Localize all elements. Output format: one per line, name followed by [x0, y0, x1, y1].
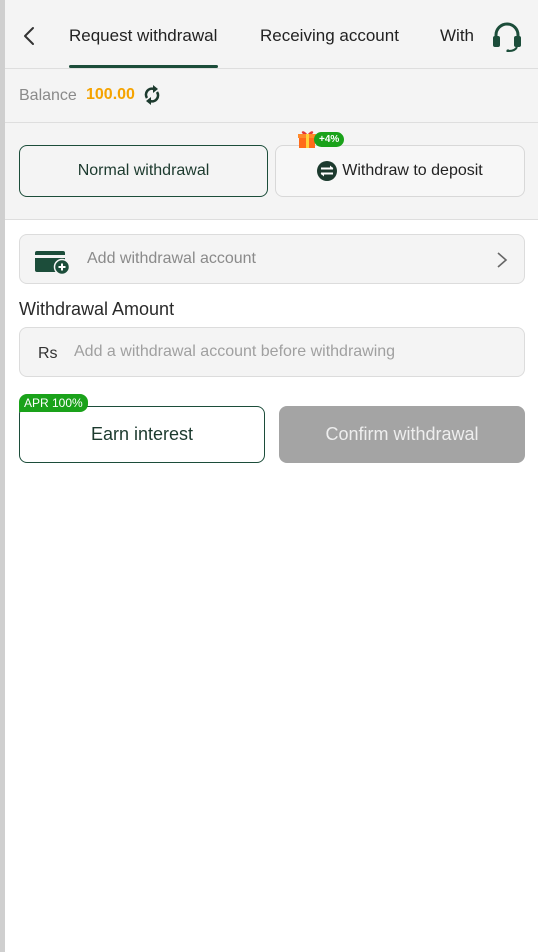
withdrawal-method-section: Normal withdrawal Withdraw to deposit +4…	[5, 123, 538, 220]
withdraw-to-deposit-button[interactable]: Withdraw to deposit	[275, 145, 525, 197]
earn-interest-button[interactable]: Earn interest	[19, 406, 265, 463]
chevron-right-icon	[497, 252, 508, 268]
apr-badge: APR 100%	[19, 394, 88, 412]
tab-receiving-account[interactable]: Receiving account	[260, 26, 399, 46]
bonus-badge: +4%	[314, 132, 345, 147]
add-account-label: Add withdrawal account	[87, 250, 256, 267]
amount-input-box: Rs	[19, 327, 525, 377]
add-withdrawal-account-row[interactable]: Add withdrawal account	[19, 234, 525, 284]
chevron-left-icon[interactable]	[19, 24, 39, 48]
balance-value: 100.00	[86, 86, 135, 103]
card-add-icon	[35, 251, 71, 275]
currency-label: Rs	[38, 345, 58, 362]
amount-input[interactable]	[74, 328, 514, 376]
normal-withdrawal-label: Normal withdrawal	[77, 162, 210, 179]
headset-icon[interactable]	[489, 20, 525, 52]
refresh-icon[interactable]	[143, 85, 161, 105]
active-tab-indicator	[69, 65, 218, 68]
top-nav: Request withdrawal Receiving account Wit…	[5, 0, 538, 69]
normal-withdrawal-button[interactable]: Normal withdrawal	[19, 145, 268, 197]
tab-request-withdrawal[interactable]: Request withdrawal	[69, 26, 217, 46]
amount-label: Withdrawal Amount	[19, 299, 175, 319]
balance-row: Balance 100.00	[5, 69, 538, 123]
tab-withdrawal-records[interactable]: With	[440, 26, 474, 46]
balance-label: Balance	[19, 87, 77, 104]
exchange-icon	[317, 161, 338, 181]
withdraw-to-deposit-label: Withdraw to deposit	[342, 162, 483, 179]
confirm-withdrawal-button[interactable]: Confirm withdrawal	[279, 406, 525, 463]
withdrawal-screen: Request withdrawal Receiving account Wit…	[5, 0, 538, 952]
earn-interest-label: Earn interest	[90, 424, 194, 444]
confirm-withdrawal-label: Confirm withdrawal	[325, 424, 479, 444]
